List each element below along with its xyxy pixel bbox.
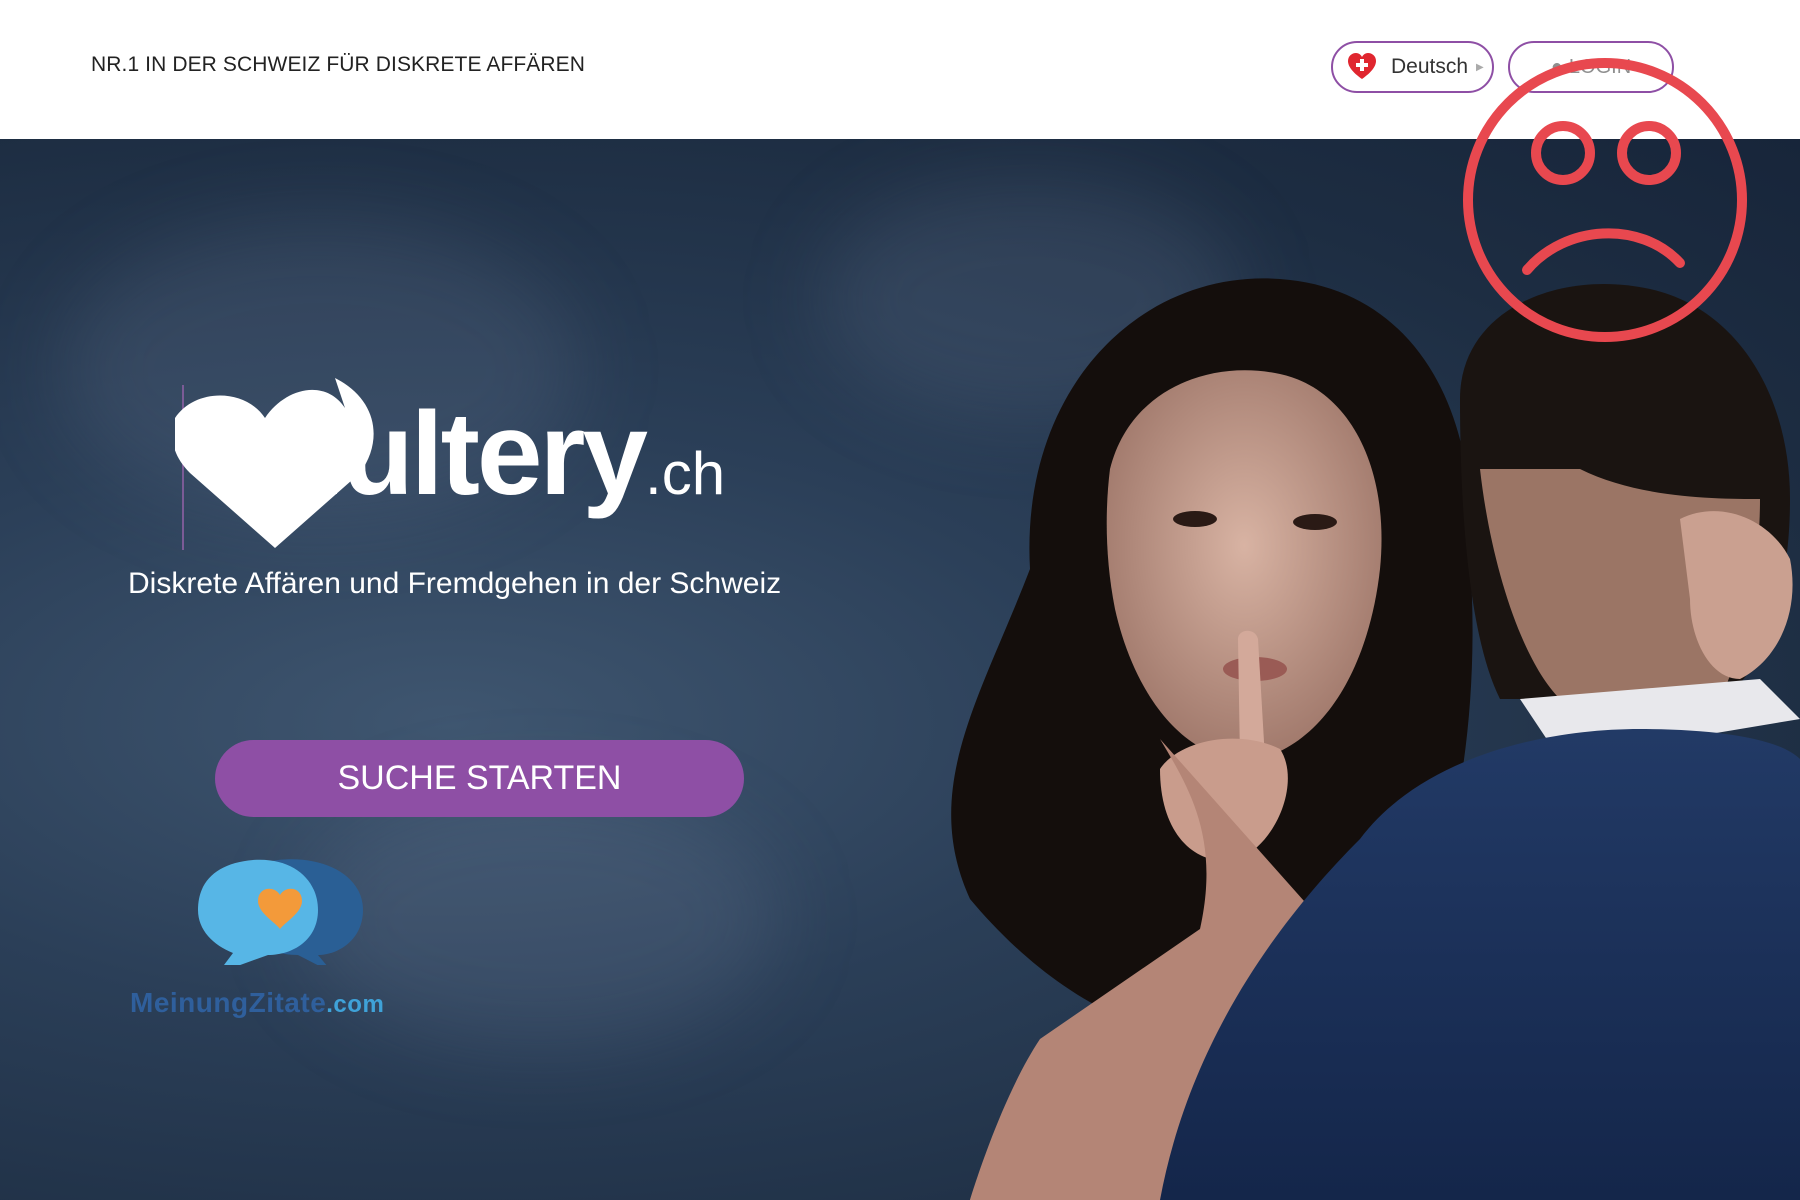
watermark-tld: .com <box>326 991 385 1018</box>
swiss-heart-flag-icon <box>1348 53 1376 79</box>
hero-subtitle: Diskrete Affären und Fremdgehen in der S… <box>128 567 782 600</box>
logo-name: adultery <box>210 388 648 520</box>
sad-face-icon <box>1463 58 1747 342</box>
site-tagline: NR.1 IN DER SCHWEIZ FÜR DISKRETE AFFÄREN <box>91 53 586 76</box>
watermark-name: MeinungZitate <box>130 987 327 1018</box>
logo-tld: .ch <box>645 440 726 507</box>
chat-bubble-heart-icon <box>198 859 363 965</box>
start-search-button[interactable]: SUCHE STARTEN <box>215 740 744 817</box>
logo-wordmark[interactable]: adultery.ch <box>210 395 725 513</box>
watermark-text: MeinungZitate.com <box>130 987 384 1019</box>
